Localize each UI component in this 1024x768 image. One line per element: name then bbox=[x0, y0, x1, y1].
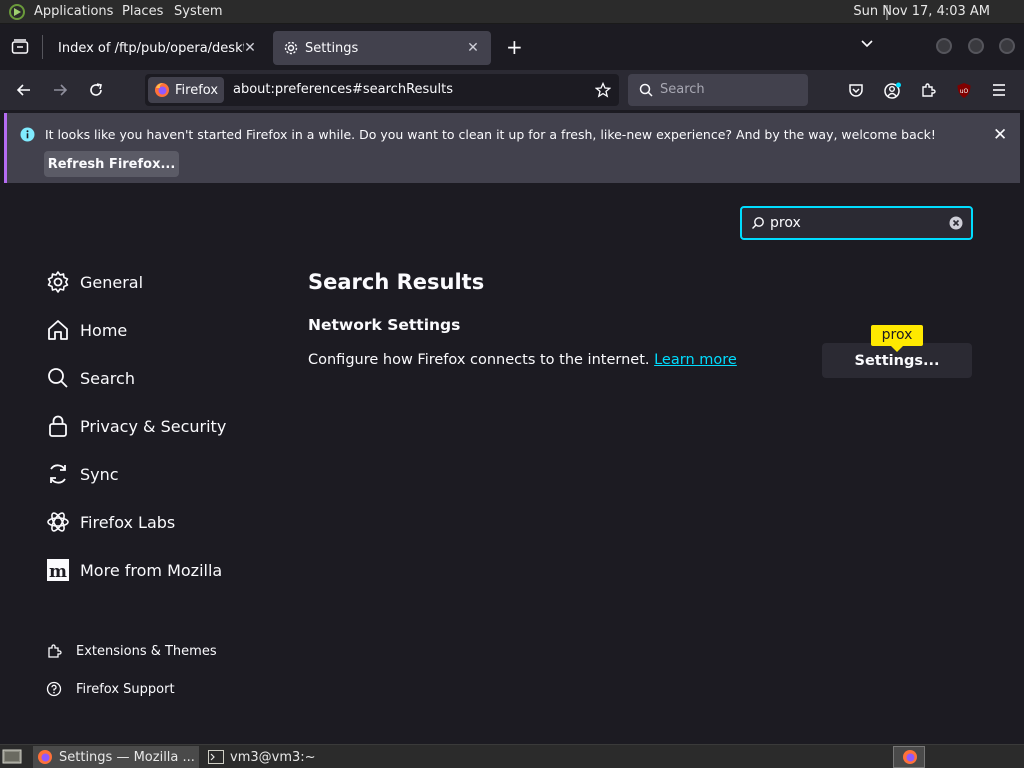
identity-label: Firefox bbox=[175, 82, 219, 98]
category-label: General bbox=[80, 272, 144, 292]
terminal-icon bbox=[208, 750, 224, 764]
gear-icon bbox=[46, 270, 70, 294]
category-sync[interactable]: Sync bbox=[46, 459, 119, 489]
url-bar[interactable]: Firefox about:preferences#searchResults bbox=[145, 74, 619, 106]
section-description: Configure how Firefox connects to the in… bbox=[308, 352, 737, 368]
search-icon bbox=[639, 83, 653, 97]
extensions-puzzle-icon[interactable] bbox=[920, 82, 936, 98]
category-firefox-labs[interactable]: Firefox Labs bbox=[46, 507, 175, 537]
pocket-icon[interactable] bbox=[848, 82, 864, 98]
close-window-button[interactable] bbox=[999, 38, 1015, 54]
chevron-down-icon[interactable] bbox=[860, 39, 874, 49]
firefox-logo-icon bbox=[37, 749, 53, 765]
refresh-notification-bar: It looks like you haven't started Firefo… bbox=[4, 113, 1020, 183]
search-icon bbox=[46, 366, 70, 390]
category-label: Privacy & Security bbox=[80, 416, 227, 436]
lock-icon bbox=[46, 414, 70, 438]
search-bar[interactable]: Search bbox=[628, 74, 808, 106]
info-icon bbox=[20, 127, 35, 142]
extensions-themes-link[interactable]: Extensions & Themes bbox=[46, 639, 217, 663]
category-label: Home bbox=[80, 320, 128, 340]
firefox-view-icon[interactable] bbox=[11, 39, 29, 55]
hamburger-menu-icon[interactable] bbox=[992, 83, 1006, 97]
ublock-origin-icon[interactable]: uO bbox=[956, 82, 972, 99]
close-icon[interactable]: ✕ bbox=[242, 40, 258, 56]
taskbar-label: vm3@vm3:~ bbox=[230, 749, 316, 765]
search-icon bbox=[751, 216, 765, 230]
category-privacy-security[interactable]: Privacy & Security bbox=[46, 411, 226, 441]
svg-text:uO: uO bbox=[960, 88, 969, 95]
bookmark-star-icon[interactable] bbox=[595, 82, 611, 98]
new-tab-icon[interactable]: + bbox=[506, 37, 523, 57]
taskbar-item-firefox[interactable]: Settings — Mozilla ... bbox=[33, 746, 199, 768]
category-label: Firefox Labs bbox=[80, 512, 176, 532]
panel-clock[interactable]: Sun Nov 17, 4:03 AM bbox=[853, 4, 990, 19]
back-arrow-icon[interactable] bbox=[16, 82, 32, 98]
link-label: Extensions & Themes bbox=[76, 643, 217, 659]
category-label: Sync bbox=[80, 464, 119, 484]
maximize-window-button[interactable] bbox=[968, 38, 984, 54]
puzzle-icon bbox=[46, 643, 62, 659]
search-highlight-tooltip: prox bbox=[871, 325, 923, 352]
menu-applications[interactable]: Applications bbox=[34, 4, 113, 19]
sync-icon bbox=[46, 462, 70, 486]
help-icon bbox=[46, 681, 62, 697]
nav-bar: Firefox about:preferences#searchResults … bbox=[0, 70, 1024, 110]
find-input-value: prox bbox=[770, 215, 801, 231]
bottom-panel: Settings — Mozilla ... vm3@vm3:~ bbox=[0, 744, 1024, 768]
svg-text:m: m bbox=[49, 562, 67, 582]
taskbar-item-terminal[interactable]: vm3@vm3:~ bbox=[204, 746, 364, 768]
home-icon bbox=[46, 318, 70, 342]
gear-icon bbox=[283, 40, 299, 56]
tab-label: Index of /ftp/pub/opera/desktop bbox=[58, 40, 244, 56]
url-text[interactable]: about:preferences#searchResults bbox=[233, 82, 453, 97]
category-label: More from Mozilla bbox=[80, 560, 223, 580]
distro-logo-icon[interactable] bbox=[9, 4, 27, 20]
close-icon[interactable]: ✕ bbox=[993, 125, 1007, 145]
category-more-from-mozilla[interactable]: m More from Mozilla bbox=[46, 555, 222, 585]
category-home[interactable]: Home bbox=[46, 315, 127, 345]
firefox-logo-icon bbox=[154, 82, 170, 98]
link-label: Firefox Support bbox=[76, 681, 175, 697]
menu-places[interactable]: Places bbox=[122, 4, 163, 19]
section-title: Network Settings bbox=[308, 316, 461, 334]
notification-message: It looks like you haven't started Firefo… bbox=[45, 127, 936, 142]
labs-icon bbox=[46, 510, 70, 534]
find-in-settings-input[interactable]: prox bbox=[740, 206, 973, 240]
description-text: Configure how Firefox connects to the in… bbox=[308, 352, 650, 368]
tab-settings[interactable]: Settings ✕ bbox=[273, 31, 491, 65]
show-desktop-icon[interactable] bbox=[2, 748, 22, 765]
minimize-window-button[interactable] bbox=[936, 38, 952, 54]
refresh-firefox-button[interactable]: Refresh Firefox... bbox=[44, 151, 179, 177]
category-search[interactable]: Search bbox=[46, 363, 135, 393]
close-icon[interactable]: ✕ bbox=[465, 40, 481, 56]
workspace-switcher[interactable] bbox=[893, 746, 925, 768]
clear-input-icon[interactable] bbox=[949, 216, 963, 230]
search-placeholder: Search bbox=[660, 82, 705, 97]
tab-separator bbox=[42, 35, 43, 59]
tab-label: Settings bbox=[305, 40, 359, 56]
mozilla-icon: m bbox=[46, 558, 70, 582]
category-label: Search bbox=[80, 368, 135, 388]
category-general[interactable]: General bbox=[46, 267, 143, 297]
account-icon[interactable] bbox=[884, 82, 902, 100]
taskbar-label: Settings — Mozilla ... bbox=[59, 749, 195, 765]
firefox-logo-icon bbox=[902, 749, 918, 765]
learn-more-link[interactable]: Learn more bbox=[654, 352, 737, 368]
tab-ftp-index[interactable]: Index of /ftp/pub/opera/desktop ✕ bbox=[46, 31, 266, 65]
tab-bar: Index of /ftp/pub/opera/desktop ✕ Settin… bbox=[0, 25, 1024, 70]
top-panel: Applications Places System Sun Nov 17, 4… bbox=[0, 0, 1024, 24]
firefox-support-link[interactable]: Firefox Support bbox=[46, 677, 175, 701]
identity-box[interactable]: Firefox bbox=[148, 77, 224, 103]
reload-icon[interactable] bbox=[88, 82, 104, 98]
forward-arrow-icon[interactable] bbox=[52, 82, 68, 98]
page-title: Search Results bbox=[308, 270, 485, 294]
menu-system[interactable]: System bbox=[174, 4, 222, 19]
